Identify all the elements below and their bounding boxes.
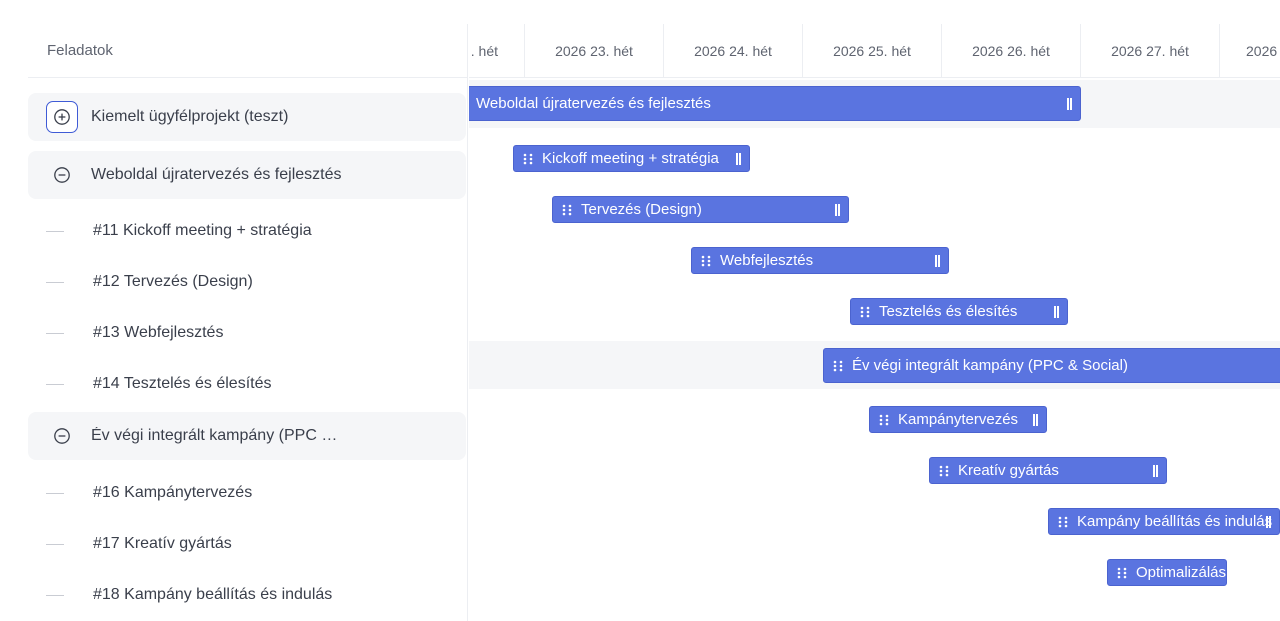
week-column-header: 2026 25. hét <box>803 24 942 78</box>
resize-handle-icon[interactable] <box>1067 97 1072 110</box>
gantt-bar-task-17[interactable]: Kreatív gyártás <box>929 457 1167 484</box>
bar-label: Optimalizálás <box>1136 564 1226 581</box>
task-list-panel: Feladatok Kiemelt ügyfélprojekt (teszt) … <box>28 24 468 621</box>
minus-circle-icon[interactable] <box>46 159 78 191</box>
drag-handle-icon[interactable] <box>523 153 533 165</box>
resize-handle-icon[interactable] <box>1054 305 1059 318</box>
bar-label: Kampánytervezés <box>898 411 1019 428</box>
resize-handle-icon[interactable] <box>1033 413 1038 426</box>
drag-handle-icon[interactable] <box>939 465 949 477</box>
minus-circle-icon[interactable] <box>46 420 78 452</box>
drag-handle-icon[interactable] <box>833 360 843 372</box>
bar-label: Webfejlesztés <box>720 252 814 269</box>
task-label: #13 Webfejlesztés <box>93 324 224 341</box>
task-label: #14 Tesztelés és élesítés <box>93 375 272 392</box>
bar-label: Kampány beállítás és indulás <box>1077 513 1273 530</box>
resize-handle-icon[interactable] <box>1266 515 1271 528</box>
task-label: #11 Kickoff meeting + stratégia <box>93 222 312 239</box>
bar-label: Év végi integrált kampány (PPC & Social) <box>852 357 1128 374</box>
bar-label: Kreatív gyártás <box>958 462 1059 479</box>
tree-connector <box>46 332 64 334</box>
drag-handle-icon[interactable] <box>562 204 572 216</box>
task-list-header: Feladatok <box>28 24 468 78</box>
resize-handle-icon[interactable] <box>736 152 741 165</box>
drag-handle-icon[interactable] <box>701 255 711 267</box>
gantt-bar-task-18[interactable]: Kampány beállítás és indulás <box>1048 508 1280 535</box>
gantt-bar-task-13[interactable]: Webfejlesztés <box>691 247 949 274</box>
gantt-bar-task-16[interactable]: Kampánytervezés <box>869 406 1047 433</box>
task-row-18[interactable]: #18 Kampány beállítás és indulás <box>28 575 466 615</box>
tree-connector <box>46 281 64 283</box>
task-row-13[interactable]: #13 Webfejlesztés <box>28 313 466 353</box>
tree-connector <box>46 543 64 545</box>
group-label: Kiemelt ügyfélprojekt (teszt) <box>91 108 289 125</box>
tree-connector <box>46 594 64 596</box>
group-row-campaign[interactable]: Év végi integrált kampány (PPC … <box>28 412 466 460</box>
week-column-header: 2026 24. hét <box>664 24 803 78</box>
plus-circle-icon[interactable] <box>46 101 78 133</box>
bar-label: Tervezés (Design) <box>581 201 702 218</box>
resize-handle-icon[interactable] <box>935 254 940 267</box>
timeline-header: . hét 2026 23. hét 2026 24. hét 2026 25.… <box>469 24 1280 78</box>
task-label: #16 Kampánytervezés <box>93 484 253 501</box>
gantt-bar-task-11[interactable]: Kickoff meeting + stratégia <box>513 145 750 172</box>
task-row-11[interactable]: #11 Kickoff meeting + stratégia <box>28 211 466 251</box>
gantt-app: Feladatok Kiemelt ügyfélprojekt (teszt) … <box>0 0 1280 621</box>
task-row-14[interactable]: #14 Tesztelés és élesítés <box>28 364 466 404</box>
gantt-bar-task-19[interactable]: Optimalizálás <box>1107 559 1227 586</box>
resize-handle-icon[interactable] <box>835 203 840 216</box>
task-label: #17 Kreatív gyártás <box>93 535 232 552</box>
gantt-bar-task-14[interactable]: Tesztelés és élesítés <box>850 298 1068 325</box>
group-label: Weboldal újratervezés és fejlesztés <box>91 166 342 183</box>
bar-label: Kickoff meeting + stratégia <box>542 150 719 167</box>
gantt-bar-campaign-group[interactable]: Év végi integrált kampány (PPC & Social) <box>823 348 1280 383</box>
task-label: #12 Tervezés (Design) <box>93 273 253 290</box>
gantt-bar-website-group[interactable]: Weboldal újratervezés és fejlesztés <box>469 86 1081 121</box>
week-column-header: 2026 27. hét <box>1081 24 1220 78</box>
week-column-header: 2026 26. hét <box>942 24 1081 78</box>
drag-handle-icon[interactable] <box>1117 567 1127 579</box>
week-column-header: . hét <box>469 24 525 78</box>
tree-connector <box>46 230 64 232</box>
drag-handle-icon[interactable] <box>879 414 889 426</box>
resize-handle-icon[interactable] <box>1153 464 1158 477</box>
timeline-panel[interactable]: . hét 2026 23. hét 2026 24. hét 2026 25.… <box>469 24 1280 621</box>
task-row-12[interactable]: #12 Tervezés (Design) <box>28 262 466 302</box>
task-row-16[interactable]: #16 Kampánytervezés <box>28 473 466 513</box>
group-row-website[interactable]: Weboldal újratervezés és fejlesztés <box>28 151 466 199</box>
group-row-client-project[interactable]: Kiemelt ügyfélprojekt (teszt) <box>28 93 466 141</box>
bar-label: Weboldal újratervezés és fejlesztés <box>476 95 711 112</box>
task-label: #18 Kampány beállítás és indulás <box>93 586 333 603</box>
week-column-header: 2026 <box>1246 43 1278 59</box>
week-column-header: 2026 23. hét <box>525 24 664 78</box>
group-label: Év végi integrált kampány (PPC … <box>91 427 338 444</box>
drag-handle-icon[interactable] <box>1058 516 1068 528</box>
bar-label: Tesztelés és élesítés <box>879 303 1018 320</box>
gantt-bar-task-12[interactable]: Tervezés (Design) <box>552 196 849 223</box>
tree-connector <box>46 492 64 494</box>
task-row-17[interactable]: #17 Kreatív gyártás <box>28 524 466 564</box>
drag-handle-icon[interactable] <box>860 306 870 318</box>
tree-connector <box>46 383 64 385</box>
